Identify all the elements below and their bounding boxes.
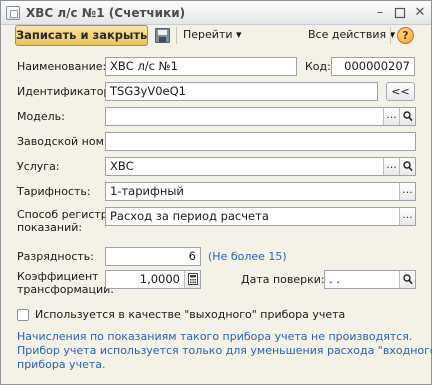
reg-method-field[interactable]: Расход за период расчета (105, 207, 416, 226)
note-line-3: прибора учета. (17, 358, 106, 371)
reg-method-label-line2: показаний: (17, 221, 83, 234)
calculator-icon[interactable] (184, 271, 200, 288)
service-select-button[interactable]: ... (383, 158, 399, 175)
code-label: Код: (305, 60, 331, 73)
output-device-label: Используется в качестве "выходного" приб… (35, 308, 346, 321)
goto-menu[interactable]: Перейти ▾ (183, 28, 242, 41)
window-title: ХВС л/с №1 (Счетчики) (26, 6, 186, 20)
meter-form-window: ХВС л/с №1 (Счетчики) – ✕ Записать и зак… (0, 0, 432, 385)
output-device-checkbox[interactable] (17, 309, 29, 321)
digits-hint: (Не более 15) (208, 250, 287, 263)
coef-label-line1: Коэффициент (17, 270, 99, 283)
chevron-down-icon: ▾ (236, 28, 242, 41)
reg-method-label-line1: Способ регистр. (17, 208, 112, 221)
verify-date-label: Дата поверки: (241, 273, 325, 286)
model-search-icon[interactable] (399, 108, 415, 125)
coef-label-line2: трансформации: (17, 283, 115, 296)
minimize-icon[interactable]: – (372, 5, 388, 21)
serial-label: Заводской ном.: (17, 135, 112, 148)
model-label: Модель: (17, 110, 65, 123)
note-line-2: Прибор учета используется только для уме… (17, 344, 432, 357)
digits-label: Разрядность: (17, 250, 94, 263)
service-label: Услуга: (17, 160, 60, 173)
name-label: Наименование: (17, 60, 107, 73)
toolbar: Записать и закрыть Перейти ▾ Все действи… (1, 25, 431, 47)
toolbar-separator (390, 27, 391, 44)
window-icon (6, 6, 20, 20)
identifier-generate-button[interactable]: << (386, 82, 415, 101)
tariff-label: Тарифность: (17, 185, 91, 198)
tariff-select-button[interactable]: ... (399, 183, 415, 200)
name-field[interactable]: ХВС л/с №1 (105, 57, 297, 76)
reg-method-select-button[interactable]: ... (399, 208, 415, 225)
digits-field[interactable]: 6 (105, 247, 201, 266)
all-actions-label: Все действия (308, 28, 387, 41)
model-select-button[interactable]: ... (383, 108, 399, 125)
service-field[interactable]: ХВС (105, 157, 416, 176)
maximize-icon[interactable] (392, 5, 408, 21)
title-bar: ХВС л/с №1 (Счетчики) – ✕ (1, 1, 431, 25)
model-field[interactable] (105, 107, 416, 126)
calendar-search-icon[interactable] (399, 271, 415, 288)
toolbar-separator (176, 27, 177, 44)
close-icon[interactable]: ✕ (412, 5, 428, 21)
identifier-label: Идентификатор: (17, 85, 115, 98)
identifier-field[interactable]: TSG3yV0eQ1 (105, 82, 378, 101)
note-line-1: Начисления по показаниям такого прибора … (17, 330, 413, 343)
tariff-field[interactable]: 1-тарифный (105, 182, 416, 201)
all-actions-menu[interactable]: Все действия ▾ (308, 28, 395, 41)
code-field[interactable]: 000000207 (331, 57, 415, 76)
save-icon[interactable] (155, 28, 170, 43)
serial-field[interactable] (105, 132, 416, 151)
help-icon[interactable]: ? (397, 27, 414, 44)
goto-label: Перейти (183, 28, 233, 41)
save-and-close-button[interactable]: Записать и закрыть (15, 25, 148, 46)
service-search-icon[interactable] (399, 158, 415, 175)
